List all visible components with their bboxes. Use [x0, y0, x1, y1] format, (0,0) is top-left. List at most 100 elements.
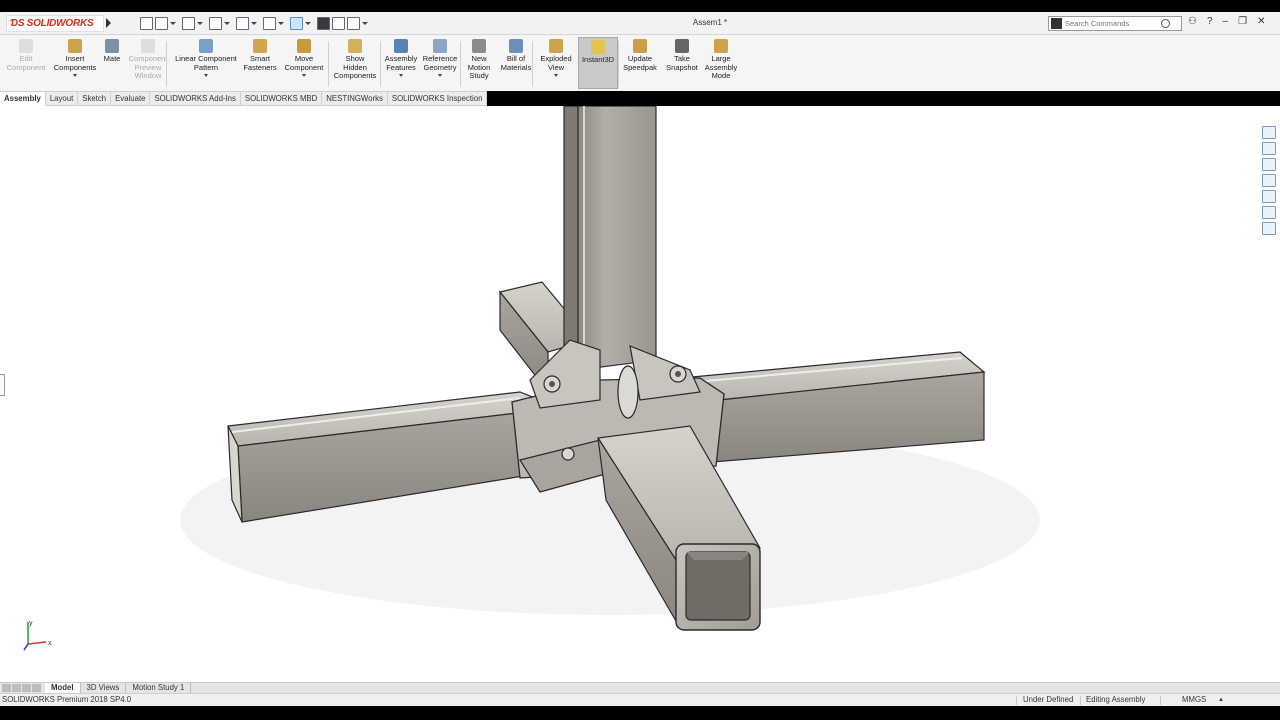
- feature-manager-expand-handle[interactable]: [0, 374, 5, 396]
- close-icon[interactable]: ✕: [1257, 16, 1265, 27]
- bottom-tab-model[interactable]: Model: [45, 682, 81, 694]
- update-speedpak-icon: [633, 39, 647, 53]
- new-document-icon[interactable]: [155, 17, 168, 30]
- tab-layout[interactable]: Layout: [45, 91, 79, 106]
- help-icon[interactable]: ?: [1207, 16, 1213, 27]
- solidworks-forum-icon[interactable]: [1262, 222, 1276, 235]
- viewport-link-icon[interactable]: ▣: [1215, 106, 1224, 107]
- bill-of-materials-button[interactable]: Bill of Materials: [498, 37, 534, 89]
- viewport-window-controls: ▢ ▣ – ❐ ✕: [1198, 106, 1268, 107]
- tab-scroll-arrows[interactable]: [2, 684, 41, 692]
- unit-system[interactable]: MMGS: [1182, 694, 1206, 706]
- bottom-tabs-bar: Model 3D Views Motion Study 1: [0, 682, 1280, 694]
- chevron-down-icon[interactable]: [73, 74, 77, 77]
- ribbon-button-label: Component: [284, 62, 324, 72]
- graphics-area[interactable]: ▢ ▣ – ❐ ✕ x y: [0, 106, 1280, 682]
- options-gear-icon[interactable]: [347, 17, 360, 30]
- select-cursor-icon[interactable]: [290, 17, 303, 30]
- tab-solidworks-inspection[interactable]: SOLIDWORKS Inspection: [387, 91, 488, 106]
- ribbon-button-label: Study: [469, 71, 489, 80]
- save-icon[interactable]: [209, 17, 222, 30]
- bottom-tab-motion-study-1[interactable]: Motion Study 1: [126, 682, 192, 694]
- instant3d-button[interactable]: Instant3D: [578, 37, 618, 89]
- search-input[interactable]: [1065, 19, 1161, 28]
- chevron-down-icon[interactable]: [224, 22, 230, 25]
- take-snapshot-button[interactable]: Take Snapshot: [664, 37, 700, 89]
- chevron-down-icon[interactable]: [278, 22, 284, 25]
- mate-button[interactable]: Mate: [102, 37, 122, 89]
- bottom-tab-3d-views[interactable]: 3D Views: [81, 682, 127, 694]
- view-palette-icon[interactable]: [1262, 174, 1276, 187]
- take-snapshot-icon: [675, 39, 689, 53]
- undo-icon[interactable]: [263, 17, 276, 30]
- prev-tab-icon[interactable]: [12, 684, 21, 692]
- definition-status: Under Defined: [1023, 695, 1074, 704]
- print-icon[interactable]: [236, 17, 249, 30]
- user-icon[interactable]: ⚇: [1188, 16, 1197, 27]
- show-hidden-components-icon: [348, 39, 362, 53]
- new-motion-study-button[interactable]: New Motion Study: [464, 37, 494, 89]
- ribbon-separator: [166, 41, 167, 87]
- tab-evaluate[interactable]: Evaluate: [111, 91, 151, 106]
- chevron-down-icon[interactable]: [438, 74, 442, 77]
- custom-properties-icon[interactable]: [1262, 206, 1276, 219]
- chevron-down-icon[interactable]: [170, 22, 176, 25]
- file-properties-icon[interactable]: [332, 17, 345, 30]
- edit-component-button[interactable]: Edit Component: [6, 37, 46, 89]
- component-preview-window-button[interactable]: Component Preview Window: [126, 37, 170, 89]
- command-search-icon: [1051, 18, 1062, 29]
- chevron-down-icon[interactable]: [251, 22, 257, 25]
- update-speedpak-button[interactable]: Update Speedpak: [622, 37, 658, 89]
- first-tab-icon[interactable]: [2, 684, 11, 692]
- search-commands-box[interactable]: [1048, 16, 1182, 31]
- viewport-restore-icon[interactable]: ❐: [1244, 106, 1252, 107]
- solidworks-logo[interactable]: ƊS SOLIDWORKS: [6, 15, 104, 32]
- large-assembly-mode-button[interactable]: Large Assembly Mode: [702, 37, 740, 89]
- assembly-model-render[interactable]: [0, 106, 1280, 682]
- ribbon-button-label: Speedpak: [623, 62, 657, 72]
- rebuild-traffic-light-icon[interactable]: [317, 17, 330, 30]
- reference-geometry-button[interactable]: Reference Geometry: [420, 37, 460, 89]
- minimize-icon[interactable]: –: [1223, 16, 1229, 27]
- restore-icon[interactable]: ❐: [1238, 16, 1247, 27]
- show-hidden-components-button[interactable]: Show Hidden Components: [332, 37, 378, 89]
- tab-assembly[interactable]: Assembly: [0, 91, 46, 106]
- assembly-features-button[interactable]: Assembly Features: [384, 37, 418, 89]
- chevron-down-icon[interactable]: [302, 74, 306, 77]
- solidworks-resources-icon[interactable]: [1262, 126, 1276, 139]
- bolt-icon[interactable]: [561, 447, 575, 461]
- appearances-icon[interactable]: [1262, 190, 1276, 203]
- open-document-icon[interactable]: [182, 17, 195, 30]
- smart-fasteners-button[interactable]: Smart Fasteners: [242, 37, 278, 89]
- letterbox-bottom: [0, 706, 1280, 720]
- unit-dropdown-icon[interactable]: ▲: [1218, 694, 1224, 706]
- linear-component-pattern-button[interactable]: Linear Component Pattern: [172, 37, 240, 89]
- tab-nestingworks[interactable]: NESTINGWorks: [322, 91, 388, 106]
- tab-solidworks-mbd[interactable]: SOLIDWORKS MBD: [240, 91, 323, 106]
- last-tab-icon[interactable]: [32, 684, 41, 692]
- chevron-down-icon[interactable]: [554, 74, 558, 77]
- move-component-button[interactable]: Move Component: [282, 37, 326, 89]
- next-tab-icon[interactable]: [22, 684, 31, 692]
- viewport-split-icon[interactable]: ▢: [1198, 106, 1207, 107]
- home-icon[interactable]: [140, 17, 153, 30]
- exploded-view-button[interactable]: Exploded View: [538, 37, 574, 89]
- title-bar: ƊS SOLIDWORKS Assem1 * ⚇ ? – ❐ ✕: [0, 12, 1280, 35]
- tab-solidworks-add-ins[interactable]: SOLIDWORKS Add-Ins: [150, 91, 241, 106]
- viewport-close-icon[interactable]: ✕: [1260, 106, 1268, 107]
- search-icon[interactable]: [1161, 19, 1170, 28]
- chevron-down-icon[interactable]: [362, 22, 368, 25]
- reference-triad: x y: [23, 620, 52, 651]
- file-explorer-icon[interactable]: [1262, 158, 1276, 171]
- menu-expand-icon[interactable]: [106, 18, 111, 28]
- insert-components-button[interactable]: Insert Components: [52, 37, 98, 89]
- vertical-post[interactable]: [563, 106, 657, 372]
- design-library-icon[interactable]: [1262, 142, 1276, 155]
- tab-sketch[interactable]: Sketch: [78, 91, 112, 106]
- chevron-down-icon[interactable]: [204, 74, 208, 77]
- chevron-down-icon[interactable]: [197, 22, 203, 25]
- chevron-down-icon[interactable]: [305, 22, 311, 25]
- window-controls: ⚇ ? – ❐ ✕: [1188, 16, 1265, 27]
- chevron-down-icon[interactable]: [399, 74, 403, 77]
- viewport-minimize-icon[interactable]: –: [1231, 106, 1236, 107]
